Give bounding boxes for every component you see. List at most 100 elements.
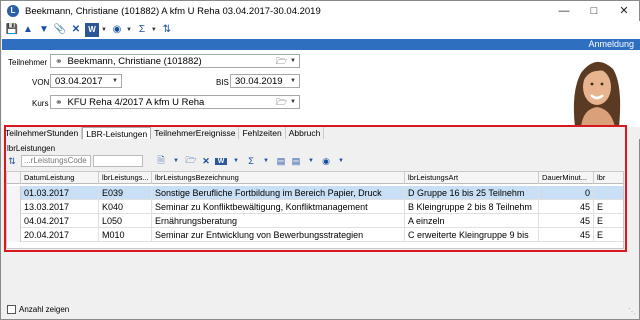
folder-icon[interactable]: 🗁	[276, 55, 287, 67]
teilnehmer-value: Beekmann, Christiane (101882)	[67, 55, 202, 67]
kurs-field[interactable]: ⚭ KFU Reha 4/2017 A kfm U Reha 🗁 ▼	[50, 95, 300, 109]
search-globe-icon[interactable]: ◉	[110, 23, 124, 37]
delete-icon[interactable]: ✕	[69, 23, 83, 37]
column-header[interactable]: lbrLeistungsArt	[405, 172, 539, 184]
table-row[interactable]: 20.04.2017 M010 Seminar zur Entwicklung …	[7, 228, 623, 242]
search-dropdown-icon[interactable]: ▼	[335, 158, 347, 164]
link-icon: ⚭	[55, 96, 63, 107]
cell-bezeichnung: Seminar zur Entwicklung von Bewerbungsst…	[152, 228, 405, 242]
cell-dauer: 45	[539, 200, 594, 214]
word-dropdown-icon[interactable]: ▼	[101, 27, 107, 33]
filter-code-field[interactable]: ...rLeistungsCode	[21, 155, 91, 167]
sort-icon[interactable]: ⇅	[6, 156, 18, 167]
sum-dropdown-icon[interactable]: ▼	[260, 158, 272, 164]
word-icon[interactable]: W	[85, 23, 99, 37]
new-document-icon[interactable]: 🗎	[155, 153, 167, 169]
row-indicator	[7, 186, 21, 200]
calendar-icon[interactable]: ▤	[275, 156, 287, 167]
teilnehmer-dropdown-icon[interactable]: ▼	[290, 55, 296, 67]
minimize-button[interactable]: —	[549, 1, 579, 21]
bis-dropdown-icon[interactable]: ▼	[290, 75, 296, 87]
row-indicator	[7, 200, 21, 214]
cell-art: C erweiterte Kleingruppe 9 bis	[405, 228, 539, 242]
von-label: VON	[32, 78, 50, 87]
cell-code: M010	[99, 228, 152, 242]
column-header[interactable]: DatumLeistung	[21, 172, 99, 184]
folder-icon[interactable]: 🗁	[276, 96, 287, 108]
title-bar: L Beekmann, Christiane (101882) A kfm U …	[1, 1, 639, 21]
cell-datum: 01.03.2017	[21, 186, 99, 200]
anzahl-label: Anzahl zeigen	[19, 305, 70, 314]
word-dropdown-icon[interactable]: ▼	[230, 158, 242, 164]
row-indicator	[7, 214, 21, 228]
participant-photo	[561, 51, 631, 127]
link-icon: ⚭	[55, 55, 63, 66]
cell-datum: 20.04.2017	[21, 228, 99, 242]
word-icon[interactable]: W	[215, 157, 227, 165]
grid-toolbar: ⇅ ...rLeistungsCode 🗎 ▼ 🗁 ✕ W ▼ Σ ▼ ▤ ▤ …	[6, 154, 624, 168]
column-header[interactable]: lbrLeistungsBezeichnung	[152, 172, 405, 184]
layout-dropdown-icon[interactable]: ▼	[305, 158, 317, 164]
cell-datum: 13.03.2017	[21, 200, 99, 214]
sum-icon[interactable]: Σ	[135, 23, 149, 37]
cell-lbr: E	[594, 200, 623, 214]
arrow-down-icon[interactable]: ▼	[37, 23, 51, 37]
main-toolbar: 💾 ▲ ▼ 📎 ✕ W ▼ ◉ ▼ Σ ▼ ⇅	[2, 21, 640, 39]
attachment-icon[interactable]: 📎	[53, 23, 67, 37]
kurs-dropdown-icon[interactable]: ▼	[290, 96, 296, 108]
search-globe-icon[interactable]: ◉	[320, 156, 332, 167]
teilnehmer-label: Teilnehmer	[8, 58, 48, 67]
cell-art: D Gruppe 16 bis 25 Teilnehm	[405, 186, 539, 200]
kurs-label: Kurs	[32, 99, 49, 108]
cell-code: K040	[99, 200, 152, 214]
cell-dauer: 45	[539, 228, 594, 242]
cell-art: B Kleingruppe 2 bis 8 Teilnehm	[405, 200, 539, 214]
application-window: L Beekmann, Christiane (101882) A kfm U …	[0, 0, 640, 320]
layout-icon[interactable]: ▤	[290, 156, 302, 167]
von-date-field[interactable]: 03.04.2017 ▼	[50, 74, 122, 88]
delete-icon[interactable]: ✕	[200, 156, 212, 167]
filter-input[interactable]	[93, 155, 143, 167]
anzahl-toggle[interactable]: Anzahl zeigen	[7, 305, 69, 314]
close-button[interactable]: ✕	[609, 1, 639, 21]
sort-icon[interactable]: ⇅	[160, 23, 174, 37]
column-header[interactable]: lbr	[594, 172, 623, 184]
cell-lbr: E	[594, 214, 623, 228]
table-row[interactable]: 04.04.2017 L050 Ernährungsberatung A ein…	[7, 214, 623, 228]
von-value: 03.04.2017	[55, 75, 103, 87]
bis-value: 30.04.2019	[235, 75, 283, 87]
row-indicator-header	[7, 172, 21, 184]
form-area: Teilnehmer ⚭ Beekmann, Christiane (10188…	[2, 50, 640, 127]
sum-dropdown-icon[interactable]: ▼	[151, 27, 157, 33]
row-indicator	[7, 228, 21, 242]
cell-datum: 04.04.2017	[21, 214, 99, 228]
resize-grip-icon[interactable]: ⋱	[628, 307, 636, 316]
anzahl-checkbox[interactable]	[7, 305, 16, 314]
von-dropdown-icon[interactable]: ▼	[112, 75, 118, 87]
open-folder-icon[interactable]: 🗁	[185, 153, 197, 169]
bis-label: BIS	[216, 78, 229, 87]
teilnehmer-field[interactable]: ⚭ Beekmann, Christiane (101882) 🗁 ▼	[50, 54, 300, 68]
table-row[interactable]: 13.03.2017 K040 Seminar zu Konfliktbewäl…	[7, 200, 623, 214]
cell-bezeichnung: Ernährungsberatung	[152, 214, 405, 228]
table-row[interactable]: 01.03.2017 E039 Sonstige Berufliche Fort…	[7, 186, 623, 200]
arrow-up-icon[interactable]: ▲	[21, 23, 35, 37]
search-dropdown-icon[interactable]: ▼	[126, 27, 132, 33]
cell-bezeichnung: Seminar zu Konfliktbewältigung, Konflikt…	[152, 200, 405, 214]
bis-date-field[interactable]: 30.04.2019 ▼	[230, 74, 300, 88]
new-dropdown-icon[interactable]: ▼	[170, 158, 182, 164]
grid-header: DatumLeistung lbrLeistungs... lbrLeistun…	[7, 172, 623, 184]
column-header[interactable]: DauerMinut...	[539, 172, 594, 184]
save-icon[interactable]: 💾	[5, 23, 19, 37]
maximize-button[interactable]: □	[579, 1, 609, 21]
sum-icon[interactable]: Σ	[245, 156, 257, 166]
cell-lbr: E	[594, 228, 623, 242]
header-band: Anmeldung	[2, 39, 640, 50]
cell-code: E039	[99, 186, 152, 200]
cell-dauer: 45	[539, 214, 594, 228]
app-logo-icon: L	[7, 5, 19, 17]
cell-art: A einzeln	[405, 214, 539, 228]
column-header[interactable]: lbrLeistungs...	[99, 172, 152, 184]
cell-code: L050	[99, 214, 152, 228]
cell-bezeichnung: Sonstige Berufliche Fortbildung im Berei…	[152, 186, 405, 200]
